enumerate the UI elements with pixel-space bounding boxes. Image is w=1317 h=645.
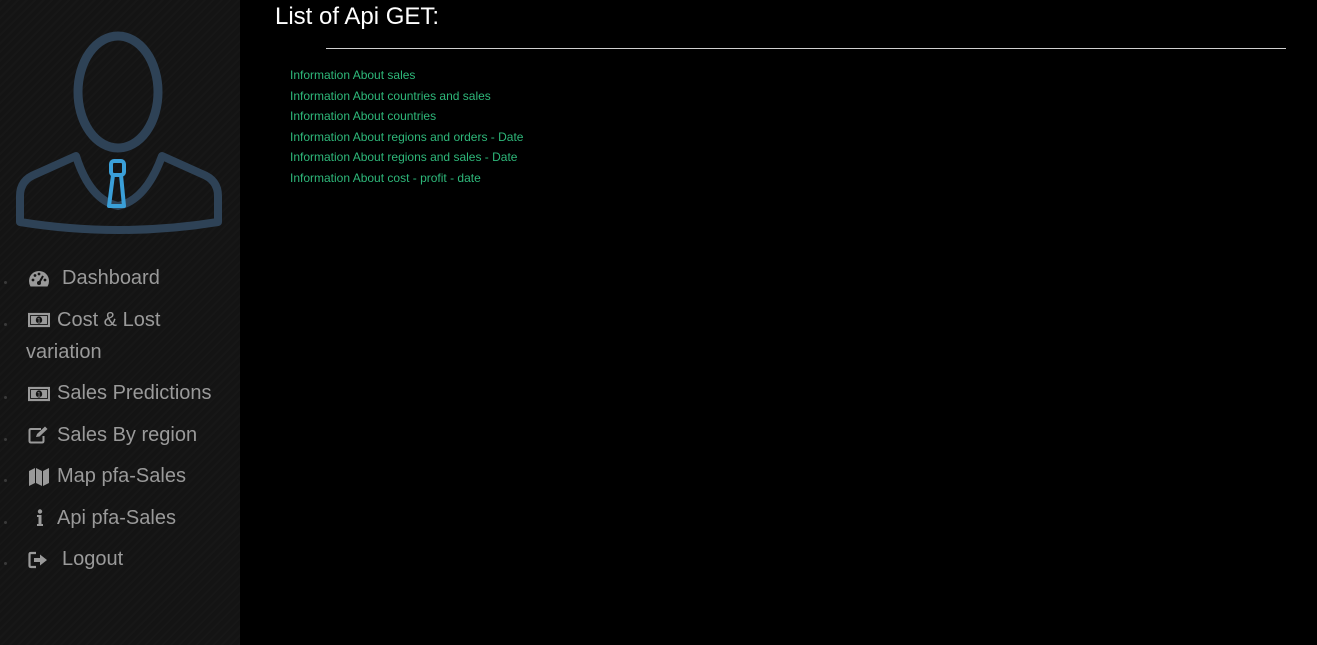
api-link-cost-profit-date[interactable]: Information About cost - profit - date	[290, 168, 523, 189]
api-link-regions-orders-date[interactable]: Information About regions and orders - D…	[290, 127, 523, 148]
api-link-regions-sales-date[interactable]: Information About regions and sales - Da…	[290, 147, 523, 168]
sidebar-item-dashboard[interactable]: Dashboard	[0, 262, 240, 294]
sidebar-item-label: Sales By region	[57, 423, 198, 446]
sidebar-item-logout[interactable]: Logout	[0, 543, 240, 575]
list-item: Information About cost - profit - date	[290, 168, 523, 189]
sidebar-item-label: Sales Predictions	[57, 382, 212, 404]
svg-text:1: 1	[37, 390, 41, 398]
list-item: Information About countries and sales	[290, 86, 523, 107]
sidebar-nav: Dashboard 1 Cost & Lost variation 1 Sale…	[0, 262, 240, 585]
user-avatar-icon	[14, 30, 224, 240]
info-icon	[26, 509, 52, 527]
edit-icon	[26, 426, 52, 444]
sidebar-item-cost-lost-variation[interactable]: 1 Cost & Lost variation	[0, 304, 240, 368]
list-item: Information About countries	[290, 106, 523, 127]
page-title: List of Api GET:	[275, 3, 440, 30]
api-link-sales[interactable]: Information About sales	[290, 65, 523, 86]
sidebar-item-sales-predictions[interactable]: 1 Sales Predictions	[0, 377, 240, 409]
main-content: List of Api GET: Information About sales…	[240, 0, 1317, 645]
sign-out-icon	[26, 551, 52, 569]
list-item: Information About regions and orders - D…	[290, 127, 523, 148]
sidebar-item-label: Logout	[62, 548, 124, 570]
sidebar-item-map-pfa-sales[interactable]: Map pfa-Sales	[0, 460, 240, 492]
list-item: Information About sales	[290, 65, 523, 86]
sidebar-item-label: Dashboard	[62, 267, 160, 289]
map-icon	[26, 467, 52, 487]
dashboard-icon	[26, 270, 52, 288]
svg-text:1: 1	[37, 317, 41, 325]
title-divider	[326, 48, 1286, 49]
api-link-countries-and-sales[interactable]: Information About countries and sales	[290, 86, 523, 107]
sidebar-item-label: Map pfa-Sales	[57, 465, 186, 487]
list-item: Information About regions and sales - Da…	[290, 147, 523, 168]
sidebar-item-label: Api pfa-Sales	[57, 506, 176, 529]
sidebar-item-api-pfa-sales[interactable]: Api pfa-Sales	[0, 502, 240, 534]
api-link-countries[interactable]: Information About countries	[290, 106, 523, 127]
api-link-list: Information About sales Information Abou…	[290, 65, 523, 189]
sidebar: Dashboard 1 Cost & Lost variation 1 Sale…	[0, 0, 240, 645]
money-icon: 1	[26, 312, 52, 328]
sidebar-item-sales-by-region[interactable]: Sales By region	[0, 419, 240, 451]
money-icon: 1	[26, 386, 52, 402]
